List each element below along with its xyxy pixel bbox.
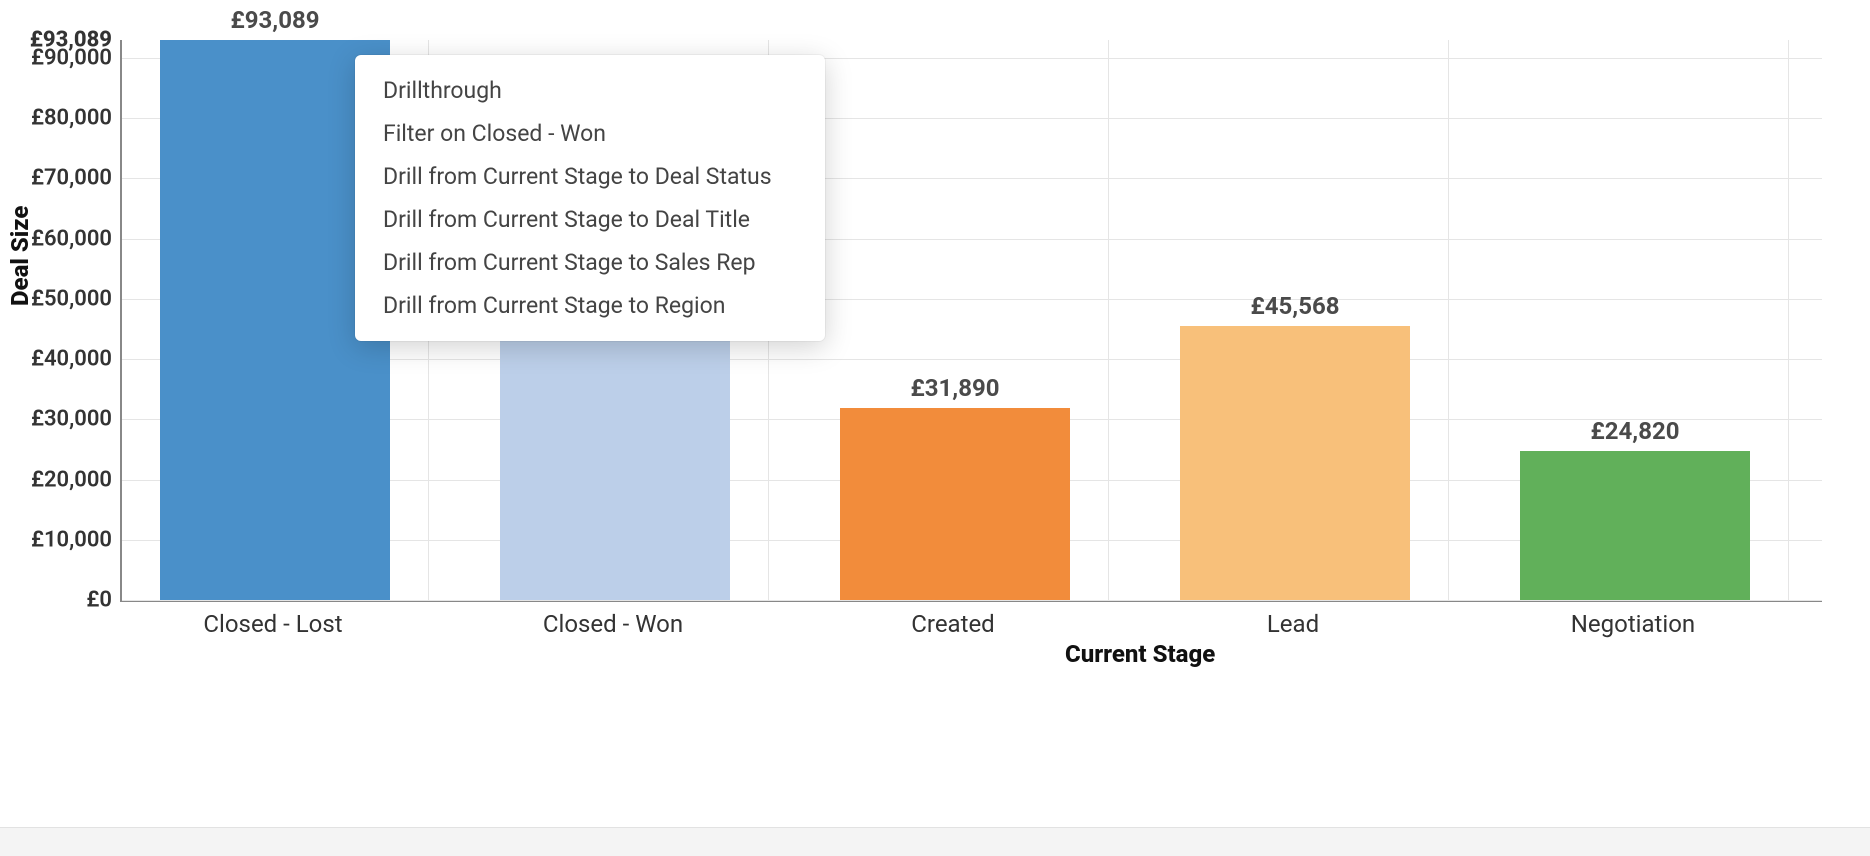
y-tick-label: £10,000 xyxy=(31,527,122,552)
bar-lead[interactable]: £45,568 xyxy=(1180,326,1410,600)
y-tick-label: £0 xyxy=(86,588,122,613)
context-menu-item[interactable]: Filter on Closed - Won xyxy=(355,112,825,155)
context-menu-item[interactable]: Drill from Current Stage to Sales Rep xyxy=(355,241,825,284)
x-axis-title: Current Stage xyxy=(1065,640,1215,668)
y-tick-label: £80,000 xyxy=(31,106,122,131)
y-axis-title: Deal Size xyxy=(6,206,34,306)
bar-created[interactable]: £31,890 xyxy=(840,408,1070,600)
x-tick-label: Created xyxy=(911,610,994,638)
context-menu-item[interactable]: Drill from Current Stage to Deal Status xyxy=(355,155,825,198)
x-tick-label: Closed - Lost xyxy=(203,610,342,638)
bar-value-label: £93,089 xyxy=(230,6,319,34)
y-max-label: £93,089 xyxy=(30,28,122,53)
y-tick-label: £50,000 xyxy=(31,286,122,311)
x-axis-labels: Closed - Lost Closed - Won Created Lead Nego… xyxy=(120,604,1820,644)
x-tick-label: Closed - Won xyxy=(543,610,683,638)
y-tick-label: £60,000 xyxy=(31,226,122,251)
y-tick-label: £70,000 xyxy=(31,166,122,191)
deal-size-bar-chart: Deal Size £0 £10,000 £20,000 £30,000 £40,000… xyxy=(0,0,1870,856)
context-menu-item[interactable]: Drillthrough xyxy=(355,69,825,112)
context-menu[interactable]: DrillthroughFilter on Closed - WonDrill … xyxy=(355,55,825,341)
bar-closed-won[interactable] xyxy=(500,329,730,600)
x-tick-label: Lead xyxy=(1267,610,1319,638)
y-tick-label: £40,000 xyxy=(31,347,122,372)
context-menu-item[interactable]: Drill from Current Stage to Deal Title xyxy=(355,198,825,241)
y-tick-label: £30,000 xyxy=(31,407,122,432)
y-tick-label: £20,000 xyxy=(31,467,122,492)
bar-negotiation[interactable]: £24,820 xyxy=(1520,451,1750,600)
bottom-strip xyxy=(0,827,1870,856)
bar-value-label: £31,890 xyxy=(910,374,999,402)
x-tick-label: Negotiation xyxy=(1571,610,1695,638)
context-menu-item[interactable]: Drill from Current Stage to Region xyxy=(355,284,825,327)
bar-value-label: £24,820 xyxy=(1590,417,1679,445)
bar-value-label: £45,568 xyxy=(1250,292,1339,320)
